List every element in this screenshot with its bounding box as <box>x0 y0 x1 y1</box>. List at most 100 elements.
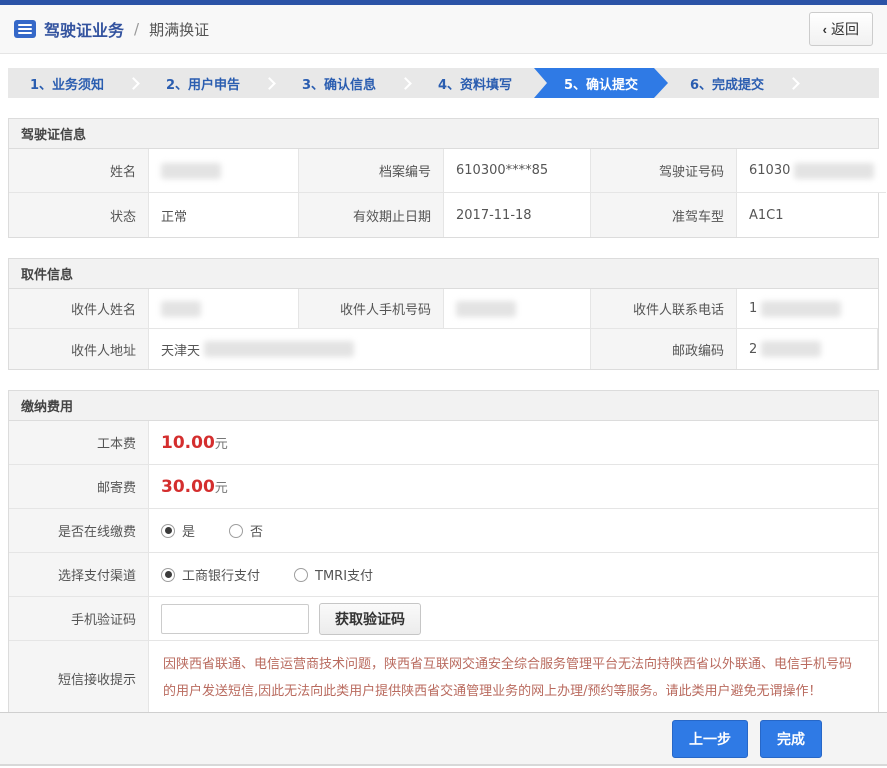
sms-code-input[interactable] <box>161 603 309 634</box>
document-list-icon <box>14 20 36 38</box>
step-4-label: 4、资料填写 <box>437 77 513 93</box>
file-number-label: 档案编号 <box>299 149 444 193</box>
pay-channel-options: 工商银行支付 TMRI支付 <box>149 553 878 597</box>
license-section-title: 驾驶证信息 <box>9 119 878 149</box>
radio-checked-icon[interactable] <box>161 567 175 582</box>
mail-fee-value: 30.00 元 <box>149 465 878 509</box>
step-bar-tail <box>804 68 879 98</box>
radio-unchecked-icon[interactable] <box>294 567 309 582</box>
page-title: 驾驶证业务 <box>44 21 125 40</box>
step-2-label: 2、用户申告 <box>165 77 241 93</box>
radio-unchecked-icon[interactable] <box>229 523 244 538</box>
license-info-section: 驾驶证信息 姓名 档案编号 610300****85 驾驶证号码 61030 状… <box>8 118 887 238</box>
recipient-mobile-label: 收件人手机号码 <box>299 289 444 329</box>
recipient-phone-label: 收件人联系电话 <box>591 289 737 329</box>
step-3-label: 3、确认信息 <box>301 77 377 93</box>
name-label: 姓名 <box>9 149 149 193</box>
step-2-user-declaration[interactable]: 2、用户申告 <box>144 68 262 98</box>
step-separator-icon <box>786 68 804 98</box>
pay-channel-tmri-label: TMRI支付 <box>315 569 374 584</box>
sms-notice-label: 短信接收提示 <box>9 641 149 716</box>
license-number-prefix: 61030 <box>749 163 791 178</box>
back-button-label: 返回 <box>831 21 859 37</box>
footer-action-bar: 上一步 完成 <box>0 712 887 766</box>
step-separator-icon <box>398 68 416 98</box>
sms-notice-cell: 因陕西省联通、电信运营商技术问题，陕西省互联网交通安全综合服务管理平台无法向持陕… <box>149 641 878 716</box>
step-3-confirm-info[interactable]: 3、确认信息 <box>280 68 398 98</box>
recipient-address-value: 天津天 <box>149 329 591 369</box>
recipient-name-value <box>149 289 299 329</box>
finish-button[interactable]: 完成 <box>760 719 822 758</box>
status-label: 状态 <box>9 193 149 237</box>
step-6-finish-submit[interactable]: 6、完成提交 <box>668 68 786 98</box>
step-6-label: 6、完成提交 <box>689 77 765 93</box>
status-value: 正常 <box>149 193 299 237</box>
pay-channel-icbc-option[interactable]: 工商银行支付 <box>161 565 260 584</box>
production-fee-label: 工本费 <box>9 421 149 465</box>
redacted-blur <box>761 300 842 317</box>
sms-code-label: 手机验证码 <box>9 597 149 641</box>
fee-unit: 元 <box>214 481 228 496</box>
expiry-value: 2017-11-18 <box>444 193 591 237</box>
redacted-blur <box>204 341 355 357</box>
redacted-blur <box>761 341 822 357</box>
pay-channel-tmri-option[interactable]: TMRI支付 <box>294 565 373 584</box>
mail-fee-label: 邮寄费 <box>9 465 149 509</box>
recipient-name-label: 收件人姓名 <box>9 289 149 329</box>
mail-fee-amount: 30.00 <box>161 476 215 497</box>
production-fee-value: 10.00 元 <box>149 421 878 465</box>
zip-code-prefix: 2 <box>749 341 758 357</box>
breadcrumb: 驾驶证业务 / 期满换证 <box>14 17 809 41</box>
file-number-value: 610300****85 <box>444 149 591 193</box>
recipient-mobile-value <box>444 289 591 329</box>
license-number-label: 驾驶证号码 <box>591 149 737 193</box>
recipient-address-label: 收件人地址 <box>9 329 149 369</box>
redacted-blur <box>794 162 875 179</box>
license-number-value: 61030 <box>737 149 887 193</box>
redacted-blur <box>456 300 516 317</box>
step-progress-bar: 1、业务须知 2、用户申告 3、确认信息 4、资料填写 5、确认提交 6、完成提… <box>8 68 879 98</box>
pickup-section-title: 取件信息 <box>9 259 878 289</box>
page-subtitle: 期满换证 <box>149 20 210 39</box>
step-1-business-notice[interactable]: 1、业务须知 <box>8 68 126 98</box>
redacted-blur <box>161 162 221 179</box>
step-1-label: 1、业务须知 <box>29 77 105 93</box>
name-value <box>149 149 299 193</box>
previous-step-button[interactable]: 上一步 <box>672 719 748 758</box>
payment-fees-section: 缴纳费用 工本费 10.00 元 邮寄费 30.00 元 是否在线缴费 是 否 选择… <box>8 390 879 717</box>
step-separator-icon <box>262 68 280 98</box>
vehicle-class-label: 准驾车型 <box>591 193 737 237</box>
step-4-fill-material[interactable]: 4、资料填写 <box>416 68 534 98</box>
zip-code-value: 2 <box>737 329 878 369</box>
pay-channel-icbc-label: 工商银行支付 <box>182 569 261 584</box>
step-5-label: 5、确认提交 <box>563 77 639 93</box>
back-button[interactable]: ‹ 返回 <box>808 12 873 46</box>
fee-unit: 元 <box>214 437 228 452</box>
pay-channel-label: 选择支付渠道 <box>9 553 149 597</box>
online-pay-yes-option[interactable]: 是 <box>161 521 195 540</box>
online-pay-options: 是 否 <box>149 509 878 553</box>
online-pay-no-label: 否 <box>250 525 264 540</box>
online-pay-yes-label: 是 <box>182 525 196 540</box>
step-5-confirm-submit-active[interactable]: 5、确认提交 <box>534 68 668 98</box>
recipient-phone-prefix: 1 <box>749 301 758 316</box>
sms-notice-text: 因陕西省联通、电信运营商技术问题，陕西省互联网交通安全综合服务管理平台无法向持陕… <box>163 657 853 700</box>
pickup-info-section: 取件信息 收件人姓名 收件人手机号码 收件人联系电话 1 收件人地址 天津天 邮… <box>8 258 879 370</box>
page-header: 驾驶证业务 / 期满换证 ‹ 返回 <box>0 5 887 54</box>
radio-checked-icon[interactable] <box>161 523 175 538</box>
zip-code-label: 邮政编码 <box>591 329 737 369</box>
recipient-address-prefix: 天津天 <box>161 343 201 359</box>
breadcrumb-divider: / <box>134 20 140 38</box>
expiry-label: 有效期止日期 <box>299 193 444 237</box>
production-fee-amount: 10.00 <box>161 432 215 453</box>
online-pay-label: 是否在线缴费 <box>9 509 149 553</box>
redacted-blur <box>161 300 201 317</box>
online-pay-no-option[interactable]: 否 <box>229 521 263 540</box>
chevron-left-icon: ‹ <box>822 21 827 37</box>
sms-code-row: 获取验证码 <box>149 597 878 641</box>
get-sms-code-button[interactable]: 获取验证码 <box>319 602 421 635</box>
fees-section-title: 缴纳费用 <box>9 391 878 421</box>
recipient-phone-value: 1 <box>737 289 878 329</box>
vehicle-class-value: A1C1 <box>737 193 878 237</box>
step-separator-icon <box>126 68 144 98</box>
